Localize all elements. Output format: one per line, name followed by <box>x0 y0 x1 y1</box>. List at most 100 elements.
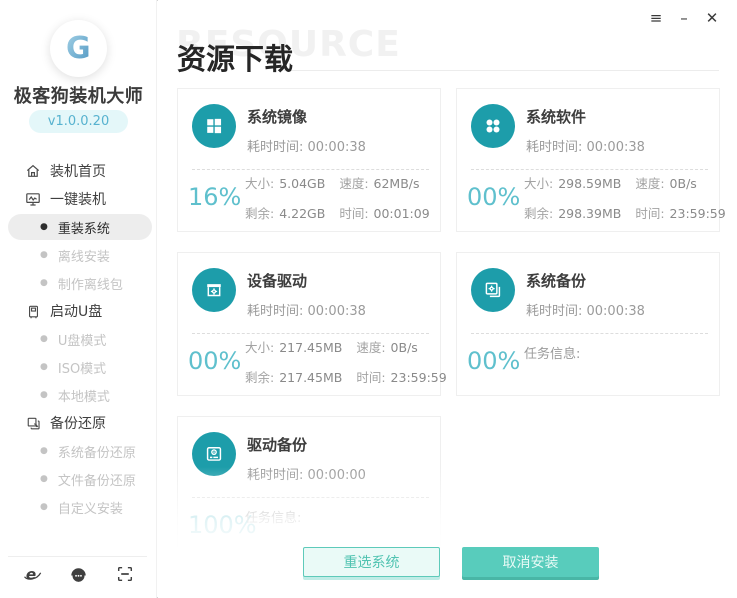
cancel-install-button[interactable]: 取消安装 <box>462 547 599 577</box>
stat-item: 大小: 5.04GB <box>245 175 326 191</box>
sidebar-item-ISO模式[interactable]: ● ISO模式 <box>0 353 157 381</box>
app-name: 极客狗装机大师 <box>13 86 144 107</box>
installer-window: G 极客狗装机大师 v1.0.0.20 装机首页一键装机 ● 重装系统 ● 离线安装 ● 制… <box>0 0 737 598</box>
elapsed-time: 耗时时间: 00:00:38 <box>247 140 366 155</box>
progress-percent: 00% <box>467 183 521 211</box>
sidebar-nav: 装机首页 一键装机 ● 重装系统 ● 离线安装 ● 制作离线包 启动U盘 ● U盘模式 ● ISO模式 ●… <box>0 157 157 521</box>
task-info-label: 任务信息: <box>524 347 581 362</box>
sidebar-item-自定义安装[interactable]: ● 自定义安装 <box>0 493 157 521</box>
stat-item: 速度: 0B/s <box>356 339 418 355</box>
sidebar-item-装机首页[interactable]: 装机首页 <box>0 157 157 185</box>
version-badge: v1.0.0.20 <box>28 110 129 133</box>
drive-icon <box>192 432 236 476</box>
bullet-icon: ● <box>40 277 48 288</box>
monitor-icon <box>25 191 41 207</box>
stat-item: 速度: 62MB/s <box>339 175 420 191</box>
windows-icon <box>192 104 236 148</box>
svg-text:G: G <box>66 31 91 66</box>
download-cards-grid: 系统镜像 耗时时间: 00:00:38 16% 大小: 5.04GB 速度: 62MB/s 剩… <box>175 88 726 563</box>
stat-item: 剩余: 298.39MB <box>524 205 622 221</box>
sidebar-item-label: 系统备份还原 <box>57 445 136 461</box>
svg-text:e: e <box>25 565 35 583</box>
elapsed-time: 耗时时间: 00:00:38 <box>526 140 645 155</box>
main-content: ≡ – ✕ RESOURCE 资源下载 系统镜像 耗时时间: 00:00:38 16% 大… <box>158 0 737 598</box>
home-icon <box>25 163 41 179</box>
bullet-icon: ● <box>40 249 48 260</box>
elapsed-time: 耗时时间: 00:00:00 <box>247 468 366 483</box>
download-stats: 大小: 217.45MB 速度: 0B/s 剩余: 217.45MB 时间: 23:59:59 <box>245 337 447 386</box>
logo-dog-icon: G <box>60 28 98 70</box>
sidebar-item-label: 本地模式 <box>57 389 110 405</box>
card-device-driver: 设备驱动耗时时间: 00:00:38 00% 大小: 217.45MB 速度: 0B/s 剩… <box>177 252 447 396</box>
stat-item: 时间: 23:59:59 <box>356 369 447 385</box>
sidebar-item-label: 备份还原 <box>50 416 106 432</box>
ie-browser-icon[interactable]: e <box>22 563 42 585</box>
reselect-system-button[interactable]: 重选系统 <box>303 547 440 577</box>
stat-item: 大小: 298.59MB <box>524 175 622 191</box>
app-logo: G <box>50 20 107 77</box>
stat-item: 剩余: 217.45MB <box>245 369 343 385</box>
page-title: 资源下载 <box>177 42 294 76</box>
bullet-icon: ● <box>40 389 48 400</box>
bullet-icon: ● <box>40 445 48 456</box>
sidebar-item-文件备份还原[interactable]: ● 文件备份还原 <box>0 465 157 493</box>
card-title: 系统镜像 <box>247 108 308 126</box>
card-title: 系统备份 <box>526 272 587 290</box>
bullet-icon: ● <box>40 473 48 484</box>
menu-icon[interactable]: ≡ <box>648 9 664 27</box>
progress-percent: 00% <box>188 347 242 375</box>
apps-icon <box>471 104 515 148</box>
sidebar: G 极客狗装机大师 v1.0.0.20 装机首页一键装机 ● 重装系统 ● 离线安装 ● 制… <box>0 0 157 598</box>
sidebar-item-备份还原[interactable]: 备份还原 <box>0 409 157 437</box>
card-title: 系统软件 <box>526 108 587 126</box>
sidebar-item-本地模式[interactable]: ● 本地模式 <box>0 381 157 409</box>
close-icon[interactable]: ✕ <box>704 9 720 27</box>
stat-item: 速度: 0B/s <box>635 175 697 191</box>
window-controls: ≡ – ✕ <box>648 9 720 27</box>
sidebar-item-label: 重装系统 <box>57 221 110 237</box>
card-system-software: 系统软件耗时时间: 00:00:38 00% 大小: 298.59MB 速度: 0B/s 剩… <box>456 88 726 232</box>
minimize-icon[interactable]: – <box>676 9 692 27</box>
elapsed-time: 耗时时间: 00:00:38 <box>247 304 366 319</box>
sidebar-item-一键装机[interactable]: 一键装机 <box>0 185 157 213</box>
sidebar-item-U盘模式[interactable]: ● U盘模式 <box>0 325 157 353</box>
download-stats: 大小: 5.04GB 速度: 62MB/s 剩余: 4.22GB 时间: 00:01:09 <box>245 173 430 222</box>
restore-icon <box>25 415 41 431</box>
stat-item: 大小: 217.45MB <box>245 339 343 355</box>
support-headset-icon[interactable] <box>69 563 89 585</box>
sidebar-item-label: 制作离线包 <box>57 277 123 293</box>
stat-item: 时间: 23:59:59 <box>635 205 726 221</box>
backup-icon <box>471 268 515 312</box>
bullet-icon: ● <box>40 501 48 512</box>
progress-percent: 100% <box>188 511 257 539</box>
sidebar-item-label: 离线安装 <box>57 249 110 265</box>
stat-item: 时间: 00:01:09 <box>339 205 430 221</box>
sidebar-item-label: 一键装机 <box>50 192 106 208</box>
sidebar-item-label: 自定义安装 <box>57 501 123 517</box>
card-title: 驱动备份 <box>247 436 308 454</box>
task-info-label: 任务信息: <box>245 511 302 526</box>
bullet-icon: ● <box>40 221 48 232</box>
card-system-backup: 系统备份 耗时时间: 00:00:38 00% 任务信息: <box>456 252 720 396</box>
sidebar-footer-icons: e <box>0 563 157 585</box>
sidebar-item-label: 启动U盘 <box>50 304 103 320</box>
sidebar-item-启动U盘[interactable]: 启动U盘 <box>0 297 157 325</box>
sidebar-item-制作离线包[interactable]: ● 制作离线包 <box>0 269 157 297</box>
scan-icon[interactable] <box>115 563 135 585</box>
stat-item: 剩余: 4.22GB <box>245 205 326 221</box>
sidebar-item-label: ISO模式 <box>57 361 107 377</box>
sidebar-item-label: U盘模式 <box>57 333 107 349</box>
sidebar-footer-divider <box>8 556 147 557</box>
sidebar-item-重装系统[interactable]: ● 重装系统 <box>8 214 152 240</box>
sidebar-item-系统备份还原[interactable]: ● 系统备份还原 <box>0 437 157 465</box>
sidebar-item-label: 文件备份还原 <box>57 473 136 489</box>
card-system-image: 系统镜像 耗时时间: 00:00:38 16% 大小: 5.04GB 速度: 62MB/s 剩… <box>177 88 441 232</box>
driver-icon <box>192 268 236 312</box>
title-underline <box>284 70 719 71</box>
sidebar-item-离线安装[interactable]: ● 离线安装 <box>0 241 157 269</box>
bullet-icon: ● <box>40 361 48 372</box>
sidebar-item-label: 装机首页 <box>50 164 106 180</box>
card-title: 设备驱动 <box>247 272 308 290</box>
card-driver-backup: 驱动备份耗时时间: 00:00:00 100% 任务信息: <box>175 416 443 563</box>
elapsed-time: 耗时时间: 00:00:38 <box>526 304 645 319</box>
